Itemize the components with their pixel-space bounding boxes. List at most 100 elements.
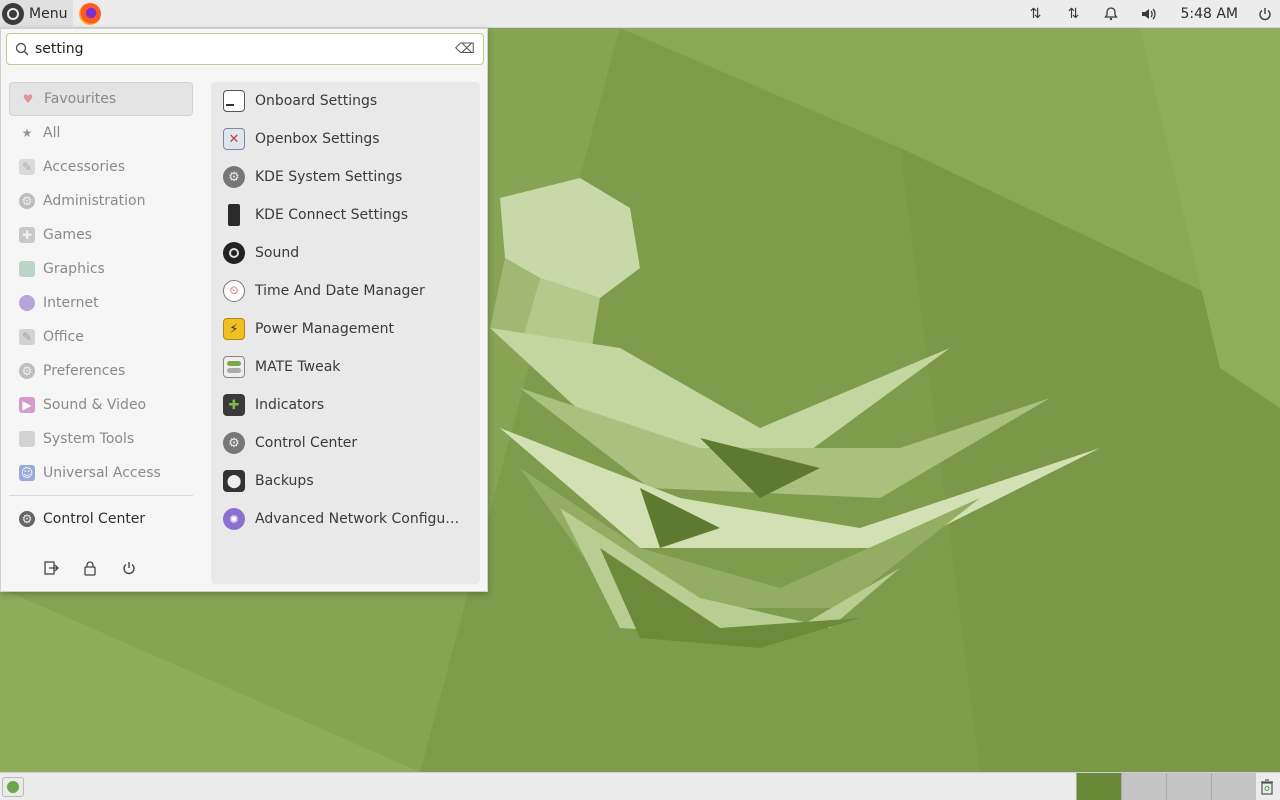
games-icon: ✚: [19, 227, 35, 243]
category-label: Graphics: [43, 261, 105, 277]
result-label: Backups: [255, 473, 314, 489]
control-center-icon: ⚙: [223, 432, 245, 454]
category-preferences[interactable]: ⚙ Preferences: [9, 354, 193, 388]
category-label: Games: [43, 227, 92, 243]
office-icon: ✎: [19, 329, 35, 345]
openbox-icon: ✕: [223, 128, 245, 150]
category-all[interactable]: ★ All: [9, 116, 193, 150]
search-results: Onboard Settings ✕ Openbox Settings ⚙ KD…: [211, 82, 480, 584]
category-office[interactable]: ✎ Office: [9, 320, 193, 354]
top-panel: Menu ⇅ ⇅ 5:48 AM: [0, 0, 1280, 28]
search-icon: [13, 40, 31, 58]
sound-video-icon: ▶: [19, 397, 35, 413]
result-openbox-settings[interactable]: ✕ Openbox Settings: [211, 120, 480, 158]
result-label: Time And Date Manager: [255, 283, 425, 299]
workspace-4[interactable]: [1211, 773, 1256, 800]
category-internet[interactable]: Internet: [9, 286, 193, 320]
star-icon: ★: [21, 126, 33, 140]
category-label: System Tools: [43, 431, 135, 447]
universal-access-icon: ☺: [19, 465, 35, 481]
internet-icon: [19, 295, 35, 311]
heart-icon: ♥: [22, 92, 34, 106]
category-label: Preferences: [43, 363, 126, 379]
result-label: Power Management: [255, 321, 395, 337]
category-label: Administration: [43, 193, 146, 209]
lock-icon[interactable]: [80, 557, 100, 579]
control-center-icon: ⚙: [19, 511, 35, 527]
category-label: Office: [43, 329, 84, 345]
result-label: Control Center: [255, 435, 358, 451]
workspace-3[interactable]: [1166, 773, 1211, 800]
result-onboard-settings[interactable]: Onboard Settings: [211, 82, 480, 120]
trash-icon[interactable]: [1256, 775, 1278, 799]
category-label: Favourites: [44, 91, 117, 107]
preferences-icon: ⚙: [19, 363, 35, 379]
clock-icon: ⏲: [223, 280, 245, 302]
firefox-icon[interactable]: [79, 2, 102, 25]
category-games[interactable]: ✚ Games: [9, 218, 193, 252]
accessories-icon: ✎: [19, 159, 35, 175]
category-favourites[interactable]: ♥ Favourites: [9, 82, 193, 116]
logout-icon[interactable]: [41, 557, 61, 579]
category-label: Accessories: [43, 159, 126, 175]
indicators-icon: ✚: [223, 394, 245, 416]
workspace-2[interactable]: [1121, 773, 1166, 800]
notification-bell-icon[interactable]: [1092, 0, 1130, 28]
pinned-label: Control Center: [43, 511, 146, 527]
show-desktop-button[interactable]: [2, 776, 24, 797]
pinned-control-center[interactable]: ⚙ Control Center: [9, 502, 193, 536]
workspace-1[interactable]: [1076, 773, 1121, 800]
result-advanced-network-configuration[interactable]: ✺ Advanced Network Configu…: [211, 500, 480, 538]
category-administration[interactable]: ⚙ Administration: [9, 184, 193, 218]
result-kde-connect-settings[interactable]: KDE Connect Settings: [211, 196, 480, 234]
application-menu: ⌫ ♥ Favourites ★ All ✎ Accessories ⚙ Adm…: [0, 28, 488, 592]
kde-settings-icon: ⚙: [223, 166, 245, 188]
result-indicators[interactable]: ✚ Indicators: [211, 386, 480, 424]
result-label: MATE Tweak: [255, 359, 341, 375]
graphics-icon: [19, 261, 35, 277]
clock[interactable]: 5:48 AM: [1168, 6, 1250, 22]
result-label: KDE Connect Settings: [255, 207, 409, 223]
bottom-panel: [0, 772, 1280, 800]
clear-search-icon[interactable]: ⌫: [453, 40, 477, 58]
result-mate-tweak[interactable]: MATE Tweak: [211, 348, 480, 386]
session-buttons: [41, 557, 139, 579]
category-system-tools[interactable]: System Tools: [9, 422, 193, 456]
category-list: ♥ Favourites ★ All ✎ Accessories ⚙ Admin…: [9, 82, 193, 490]
system-tools-icon: [19, 431, 35, 447]
result-sound[interactable]: Sound: [211, 234, 480, 272]
sound-icon: [223, 242, 245, 264]
network-transfer-icon[interactable]: ⇅: [1016, 0, 1054, 28]
show-desktop-icon: [7, 780, 19, 793]
category-sound-video[interactable]: ▶ Sound & Video: [9, 388, 193, 422]
search-box: ⌫: [6, 33, 484, 65]
power-icon[interactable]: [119, 557, 139, 579]
result-label: KDE System Settings: [255, 169, 403, 185]
result-backups[interactable]: ⬤ Backups: [211, 462, 480, 500]
search-input[interactable]: [35, 41, 453, 57]
onboard-icon: [223, 90, 245, 112]
network-transfer-icon[interactable]: ⇅: [1054, 0, 1092, 28]
power-management-icon: ⚡: [223, 318, 245, 340]
backups-icon: ⬤: [223, 470, 245, 492]
result-power-management[interactable]: ⚡ Power Management: [211, 310, 480, 348]
category-accessories[interactable]: ✎ Accessories: [9, 150, 193, 184]
power-icon[interactable]: [1250, 0, 1280, 28]
result-label: Onboard Settings: [255, 93, 378, 109]
ubuntu-mate-logo-icon: [2, 2, 24, 25]
menu-button[interactable]: Menu: [0, 0, 74, 28]
volume-icon[interactable]: [1130, 0, 1168, 28]
category-label: Sound & Video: [43, 397, 147, 413]
menu-label: Menu: [29, 5, 68, 22]
administration-icon: ⚙: [19, 193, 35, 209]
network-icon: ✺: [223, 508, 245, 530]
result-control-center[interactable]: ⚙ Control Center: [211, 424, 480, 462]
mate-tweak-icon: [223, 356, 245, 378]
category-universal-access[interactable]: ☺ Universal Access: [9, 456, 193, 490]
category-graphics[interactable]: Graphics: [9, 252, 193, 286]
category-label: All: [43, 125, 61, 141]
result-time-and-date-manager[interactable]: ⏲ Time And Date Manager: [211, 272, 480, 310]
result-kde-system-settings[interactable]: ⚙ KDE System Settings: [211, 158, 480, 196]
workspace-switcher: [1076, 773, 1256, 800]
result-label: Indicators: [255, 397, 325, 413]
